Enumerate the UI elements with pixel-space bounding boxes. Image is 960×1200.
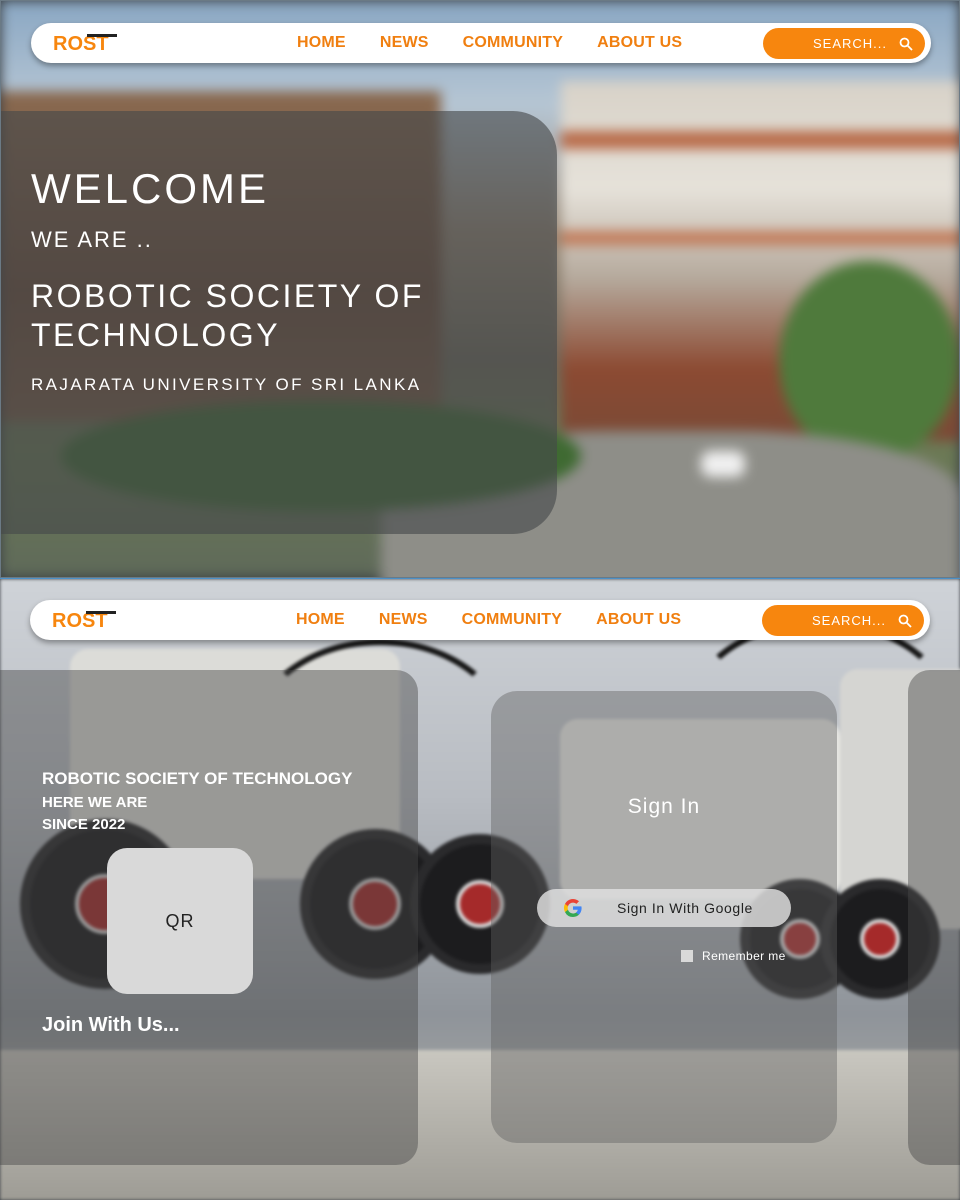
join-since: SINCE 2022 xyxy=(42,816,126,833)
nav-links: HOME NEWS COMMUNITY ABOUT US xyxy=(297,23,716,63)
society-name: ROBOTIC SOCIETY OF TECHNOLOGY xyxy=(31,278,424,353)
join-signin-section: ROST HOME NEWS COMMUNITY ABOUT US SEARCH… xyxy=(0,578,960,1200)
nav-home-link[interactable]: HOME xyxy=(297,34,346,52)
remember-me-label: Remember me xyxy=(702,949,786,963)
search-bar[interactable]: SEARCH... xyxy=(763,28,925,59)
nav-home-link[interactable]: HOME xyxy=(296,611,345,629)
rost-logo[interactable]: ROST xyxy=(53,32,123,54)
search-placeholder: SEARCH... xyxy=(811,613,886,628)
join-with-us-text[interactable]: Join With Us... xyxy=(42,1014,180,1037)
welcome-heading: WELCOME xyxy=(31,165,270,212)
google-signin-label: Sign In With Google xyxy=(617,900,753,916)
nav-about-link[interactable]: ABOUT US xyxy=(596,611,681,629)
qr-code[interactable]: QR xyxy=(107,848,253,994)
university-name: RAJARATA UNIVERSITY OF SRI LANKA xyxy=(31,375,422,394)
nav-community-link[interactable]: COMMUNITY xyxy=(462,611,562,629)
search-bar[interactable]: SEARCH... xyxy=(762,605,924,636)
nav-community-link[interactable]: COMMUNITY xyxy=(463,34,563,52)
join-society-title: ROBOTIC SOCIETY OF TECHNOLOGY xyxy=(42,769,353,788)
nav-news-link[interactable]: NEWS xyxy=(380,34,429,52)
remember-me[interactable]: Remember me xyxy=(681,949,786,963)
welcome-card: WELCOME WE ARE .. ROBOTIC SOCIETY OF TEC… xyxy=(1,111,557,534)
signin-card: Sign In Sign In With Google Remember me xyxy=(491,691,837,1143)
top-navbar-2: ROST HOME NEWS COMMUNITY ABOUT US SEARCH… xyxy=(30,600,930,640)
google-signin-button[interactable]: Sign In With Google xyxy=(537,889,791,927)
remember-me-checkbox[interactable] xyxy=(681,950,693,962)
we-are-text: WE ARE .. xyxy=(31,227,153,252)
top-navbar: ROST HOME NEWS COMMUNITY ABOUT US SEARCH… xyxy=(31,23,931,63)
nav-news-link[interactable]: NEWS xyxy=(379,611,428,629)
search-icon[interactable] xyxy=(898,614,912,628)
signin-title: Sign In xyxy=(627,795,701,818)
nav-about-link[interactable]: ABOUT US xyxy=(597,34,682,52)
google-icon xyxy=(564,899,582,917)
join-card: ROBOTIC SOCIETY OF TECHNOLOGY HERE WE AR… xyxy=(0,670,418,1165)
rost-logo[interactable]: ROST xyxy=(52,609,122,631)
nav-links: HOME NEWS COMMUNITY ABOUT US xyxy=(296,600,715,640)
join-here-we-are: HERE WE ARE xyxy=(42,794,148,811)
search-placeholder: SEARCH... xyxy=(812,36,887,51)
side-card-edge xyxy=(908,670,960,1165)
hero-section: ROST HOME NEWS COMMUNITY ABOUT US SEARCH… xyxy=(0,0,960,578)
search-icon[interactable] xyxy=(899,37,913,51)
